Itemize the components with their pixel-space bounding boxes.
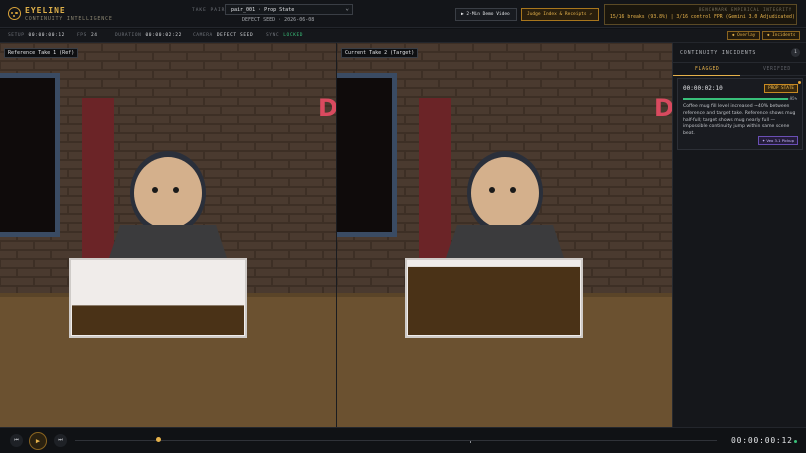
target-label: Current Take 2 (Target) (341, 48, 419, 58)
meta-sync: SYNC LOCKED (266, 33, 304, 38)
confidence-fill (683, 98, 788, 100)
playhead-handle[interactable] (155, 437, 161, 442)
target-frame: D (337, 43, 672, 427)
status-dot (794, 440, 797, 443)
reference-mug (69, 258, 247, 338)
incident-card[interactable]: 00:00:02:10 PROP STATE 95% Coffee mug fi… (677, 78, 803, 150)
play-button[interactable]: ▶ (29, 432, 47, 450)
panel-tabs: FLAGGED VERIFIED (673, 62, 806, 76)
incidents-toggle[interactable]: ◆ Incidents (762, 31, 801, 40)
reference-frame: D (0, 43, 336, 427)
meta-setup: SETUP 00:00:00:12 (8, 33, 65, 38)
meta-camera: CAMERA DEFECT SEED (193, 33, 254, 38)
take-pair-label: TAKE PAIR: (192, 8, 230, 13)
top-bar: EYELINE CONTINUITY INTELLIGENCE TAKE PAI… (0, 0, 806, 28)
reference-label: Reference Take 1 (Ref) (4, 48, 79, 58)
incident-marker[interactable] (470, 441, 471, 443)
wall-sign-letter: D (318, 94, 336, 122)
wall-sign-letter: D (654, 94, 672, 122)
incident-alert-dot (798, 81, 801, 84)
confidence-bar (683, 98, 793, 100)
incident-time: 00:00:02:10 (683, 85, 723, 92)
tab-verified[interactable]: VERIFIED (763, 67, 791, 72)
benchmark-title: BENCHMARK EMPIRICAL INTEGRITY (698, 7, 792, 12)
reference-video[interactable]: D Reference Take 1 (Ref) (0, 43, 336, 427)
veo-pickup-button[interactable]: ✦ Veo 3.1 Pickup (757, 136, 798, 145)
transport-bar: ⏮ ▶ ⏭ 00:00:00:12 (0, 427, 806, 453)
tab-flagged[interactable]: FLAGGED (695, 67, 719, 72)
take-pair-select[interactable]: pair_001 · Prop State ⌄ (225, 4, 353, 15)
chevron-down-icon: ⌄ (345, 5, 349, 12)
meta-bar: SETUP 00:00:00:12 FPS 24 DURATION 00:00:02:… (0, 29, 806, 43)
timeline-track[interactable] (75, 440, 717, 441)
skip-forward-button[interactable]: ⏭ (54, 434, 67, 447)
incident-count-badge: 1 (791, 48, 800, 57)
judge-index-button[interactable]: Judge Index & Receipts ↗ (521, 8, 599, 21)
eyeline-logo-icon (8, 7, 21, 20)
target-mug (405, 258, 583, 338)
incident-description: Coffee mug fill level increased ~40% bet… (683, 104, 796, 137)
benchmark-panel: BENCHMARK EMPIRICAL INTEGRITY 15/16 brea… (604, 4, 797, 25)
benchmark-stats: 15/16 breaks (93.8%) | 3/16 control FPR … (610, 15, 795, 20)
active-tab-indicator (673, 74, 740, 76)
target-video[interactable]: D Current Take 2 (Target) (337, 43, 672, 427)
take-pair-value: pair_001 · Prop State (231, 7, 295, 13)
panel-title: CONTINUITY INCIDENTS (680, 50, 757, 56)
meta-duration: DURATION 00:00:02:22 (115, 33, 182, 38)
meta-fps: FPS 24 (77, 33, 98, 38)
app-subtitle: CONTINUITY INTELLIGENCE (25, 16, 113, 22)
incident-type-badge: PROP STATE (764, 84, 798, 93)
overlay-toggle[interactable]: ◆ Overlay (727, 31, 761, 40)
incidents-panel: CONTINUITY INCIDENTS 1 FLAGGED VERIFIED … (672, 43, 806, 427)
app-title: EYELINE (25, 6, 66, 15)
current-timecode: 00:00:00:12 (731, 436, 793, 445)
demo-video-button[interactable]: ▶ 2-Min Demo Video (455, 8, 517, 21)
defect-seed-line: DEFECT SEED · 2026-06-08 (242, 17, 315, 23)
skip-back-button[interactable]: ⏮ (10, 434, 23, 447)
confidence-value: 95% (789, 96, 797, 101)
